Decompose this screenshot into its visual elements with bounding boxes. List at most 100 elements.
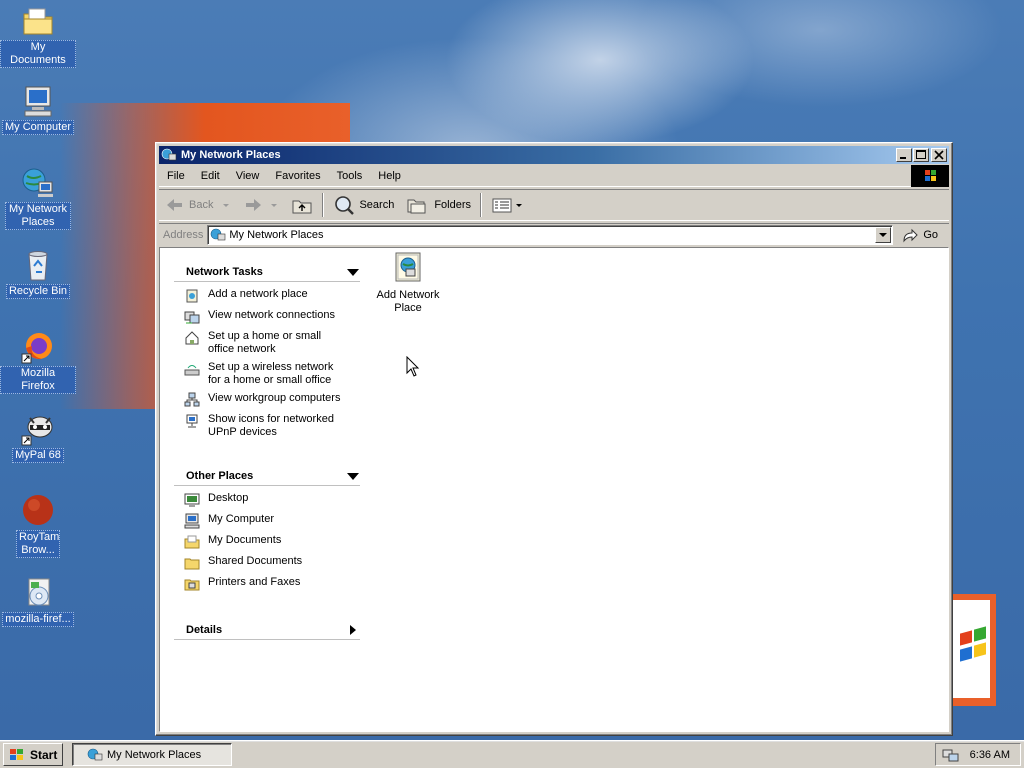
forward-arrow-icon (246, 199, 262, 211)
start-label: Start (30, 747, 58, 762)
taskbar: Start My Network Places 6:36 AM (0, 740, 1024, 768)
network-tasks-header[interactable]: Network Tasks (174, 262, 360, 282)
windows-flag-icon (10, 748, 23, 760)
folders-icon (407, 199, 426, 214)
place-printers-and-faxes[interactable]: Printers and Faxes (184, 576, 360, 592)
address-value: My Network Places (229, 228, 324, 241)
desktop-icon-mozilla-firefox-installer[interactable]: mozilla-firef... (0, 576, 76, 627)
network-places-icon (87, 748, 103, 760)
folders-button[interactable]: Folders (400, 191, 477, 219)
windows-flag-icon (925, 170, 936, 181)
taskbar-item-label: My Network Places (107, 748, 202, 761)
details-header[interactable]: Details (174, 620, 360, 640)
upnp-devices-icon (186, 414, 198, 428)
wireless-network-icon (184, 365, 200, 376)
chevron-down-icon (516, 204, 523, 207)
workgroup-computers-icon (184, 392, 200, 407)
firefox-icon (21, 330, 55, 364)
desktop-icon-roytam-browser[interactable]: RoyTam Brow... (0, 494, 76, 558)
windows-brand-tile (911, 165, 949, 187)
task-setup-home-network[interactable]: Set up a home or small office network (184, 330, 360, 356)
task-view-network-connections[interactable]: View network connections (184, 309, 360, 325)
expand-arrow-icon[interactable] (346, 624, 360, 636)
menu-tools[interactable]: Tools (329, 170, 371, 182)
task-show-upnp-icons[interactable]: Show icons for networked UPnP devices (184, 413, 360, 439)
folder-view[interactable]: Network Tasks Add a network place View n… (159, 247, 949, 732)
roytam-browser-icon (21, 494, 55, 528)
close-button[interactable] (931, 148, 947, 162)
desktop-icon-my-documents[interactable]: My Documents (0, 4, 76, 68)
up-folder-button[interactable] (285, 191, 319, 219)
task-view-workgroup-computers[interactable]: View workgroup computers (184, 392, 360, 408)
desktop-icon-label: mozilla-firef... (2, 612, 74, 627)
desktop-icon-my-network-places[interactable]: My Network Places (0, 166, 76, 230)
installer-icon (21, 576, 55, 610)
clock[interactable]: 6:36 AM (970, 749, 1010, 761)
shared-folder-icon (184, 558, 200, 570)
wallpaper-windows-logo (952, 594, 996, 706)
views-button[interactable] (485, 191, 529, 219)
network-status-icon[interactable] (942, 747, 960, 763)
search-label: Search (359, 199, 395, 211)
menu-help[interactable]: Help (370, 170, 409, 182)
standard-toolbar: Back Search Folders (159, 189, 949, 221)
computer-icon (184, 513, 200, 529)
place-my-computer[interactable]: My Computer (184, 513, 360, 529)
menu-favorites[interactable]: Favorites (267, 170, 328, 182)
close-icon (934, 150, 944, 160)
menu-view[interactable]: View (228, 170, 268, 182)
toolbar-separator (322, 193, 325, 217)
desktop-icon (184, 493, 200, 507)
task-add-network-place[interactable]: Add a network place (184, 288, 360, 304)
go-button[interactable]: Go (901, 227, 938, 243)
add-network-place-icon (395, 252, 421, 282)
desktop-icon-mozilla-firefox[interactable]: Mozilla Firefox (0, 330, 76, 394)
other-places-header[interactable]: Other Places (174, 466, 360, 486)
back-button[interactable]: Back (159, 191, 237, 219)
desktop-icon-recycle-bin[interactable]: Recycle Bin (0, 248, 76, 299)
other-places-title: Other Places (186, 469, 254, 482)
task-setup-wireless-network[interactable]: Set up a wireless network for a home or … (184, 361, 360, 387)
title-bar[interactable]: My Network Places (159, 146, 949, 164)
place-desktop[interactable]: Desktop (184, 492, 360, 508)
forward-button[interactable] (237, 191, 285, 219)
start-button[interactable]: Start (3, 743, 63, 766)
collapse-arrow-icon[interactable] (346, 471, 360, 481)
add-network-place-item[interactable]: Add Network Place (366, 251, 450, 315)
search-button[interactable]: Search (327, 191, 400, 219)
mouse-cursor-icon (406, 356, 420, 377)
folder-documents-icon (184, 535, 200, 549)
details-title: Details (186, 623, 223, 636)
address-dropdown-button[interactable] (875, 226, 892, 243)
taskbar-item-my-network-places[interactable]: My Network Places (72, 743, 232, 766)
minimize-button[interactable] (896, 148, 912, 162)
go-label: Go (923, 228, 939, 241)
back-label: Back (189, 199, 214, 211)
go-arrow-icon (903, 228, 919, 243)
system-tray: 6:36 AM (935, 743, 1021, 766)
add-network-place-label: Add Network Place (376, 289, 440, 314)
desktop-icon-mypal-68[interactable]: MyPal 68 (0, 412, 76, 463)
desktop-icon-label: Mozilla Firefox (0, 366, 76, 394)
minimize-icon (900, 157, 906, 159)
add-network-place-icon (186, 289, 198, 303)
network-tasks-title: Network Tasks (186, 265, 263, 278)
recycle-bin-icon (21, 248, 55, 282)
home-network-icon (185, 331, 199, 345)
maximize-button[interactable] (913, 148, 929, 162)
desktop-icon-my-computer[interactable]: My Computer (0, 84, 76, 135)
address-bar: Address My Network Places Go (159, 223, 949, 245)
address-input[interactable]: My Network Places (207, 224, 894, 245)
back-arrow-icon (167, 199, 182, 211)
address-label: Address (163, 228, 204, 241)
menu-edit[interactable]: Edit (193, 170, 228, 182)
place-my-documents[interactable]: My Documents (184, 534, 360, 550)
explorer-window[interactable]: My Network Places File Edit View Favorit… (155, 142, 953, 736)
menu-file[interactable]: File (159, 170, 193, 182)
collapse-arrow-icon[interactable] (346, 267, 360, 277)
other-places-panel: Other Places Desktop My Computer My Docu… (174, 466, 360, 597)
desktop-icon-label: RoyTam Brow... (16, 530, 60, 558)
folders-label: Folders (434, 199, 472, 211)
place-shared-documents[interactable]: Shared Documents (184, 555, 360, 571)
desktop-icon-label: My Computer (1, 120, 75, 135)
